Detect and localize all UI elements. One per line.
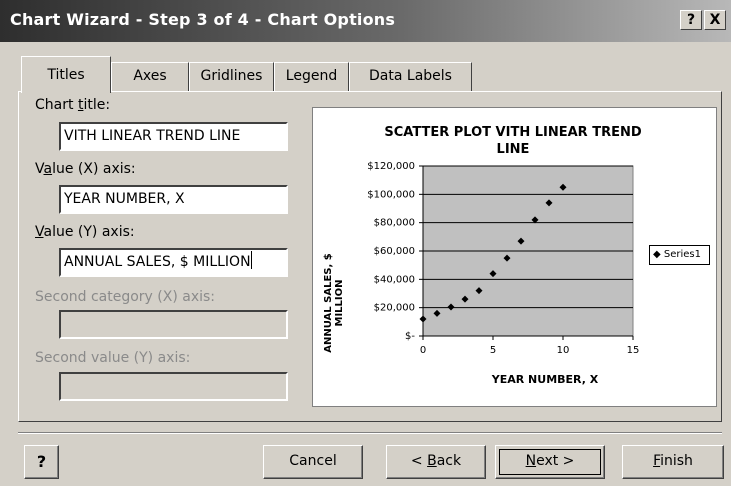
value-y-axis-label: Value (Y) axis:	[35, 224, 135, 240]
plot-area: $- $20,000 $40,000 $60,000 $80,000 $100,000 $1…	[367, 161, 639, 356]
chart-legend: ◆ Series1	[649, 245, 710, 265]
back-button[interactable]: < Back	[386, 445, 486, 479]
y-axis-label-line-2: MILLION	[334, 279, 345, 326]
chart-title-label: Chart title:	[35, 97, 111, 113]
next-button[interactable]: Next >	[495, 445, 605, 479]
y-tick-label: $100,000	[367, 189, 415, 200]
separator	[18, 432, 722, 434]
title-bar: Chart Wizard - Step 3 of 4 - Chart Optio…	[0, 0, 731, 42]
y-tick-label: $-	[405, 331, 415, 342]
y-tick-label: $20,000	[374, 303, 415, 314]
text-caret	[250, 251, 252, 269]
finish-button[interactable]: Finish	[622, 445, 724, 479]
window-title: Chart Wizard - Step 3 of 4 - Chart Optio…	[10, 10, 396, 29]
x-tick-label: 15	[627, 345, 640, 356]
x-tick-label: 0	[420, 345, 426, 356]
tab-axes[interactable]: Axes	[111, 62, 189, 92]
diamond-marker-icon: ◆	[653, 249, 661, 260]
legend-series-label: Series1	[663, 249, 702, 260]
value-x-axis-label: Value (X) axis:	[35, 161, 136, 177]
y-tick-label: $60,000	[374, 246, 415, 257]
x-axis-label: YEAR NUMBER, X	[491, 373, 599, 386]
y-tick-label: $40,000	[374, 274, 415, 285]
x-tick-label: 5	[490, 345, 496, 356]
help-title-button[interactable]: ?	[680, 10, 702, 30]
tab-data-labels[interactable]: Data Labels	[349, 62, 472, 92]
x-tick-label: 10	[557, 345, 570, 356]
chart-title-line-2: LINE	[497, 142, 530, 157]
y-tick-label: $80,000	[374, 218, 415, 229]
value-y-axis-input[interactable]: ANNUAL SALES, $ MILLION	[59, 248, 288, 277]
y-axis-label-line-1: ANNUAL SALES, $	[323, 253, 334, 353]
second-value-axis-input	[59, 372, 288, 401]
tab-gridlines[interactable]: Gridlines	[189, 62, 274, 92]
chart-title-input[interactable]: VITH LINEAR TREND LINE	[59, 122, 288, 151]
tab-legend[interactable]: Legend	[274, 62, 349, 92]
chart-title-line-1: SCATTER PLOT VITH LINEAR TREND	[384, 125, 641, 140]
help-button[interactable]: ?	[24, 445, 59, 479]
second-category-axis-input	[59, 310, 288, 339]
value-x-axis-input[interactable]: YEAR NUMBER, X	[59, 185, 288, 214]
cancel-button[interactable]: Cancel	[263, 445, 363, 479]
close-button[interactable]: X	[704, 10, 726, 30]
y-tick-label: $120,000	[367, 161, 415, 172]
tab-titles[interactable]: Titles	[21, 56, 111, 93]
second-category-axis-label: Second category (X) axis:	[35, 289, 216, 305]
second-value-axis-label: Second value (Y) axis:	[35, 350, 191, 366]
